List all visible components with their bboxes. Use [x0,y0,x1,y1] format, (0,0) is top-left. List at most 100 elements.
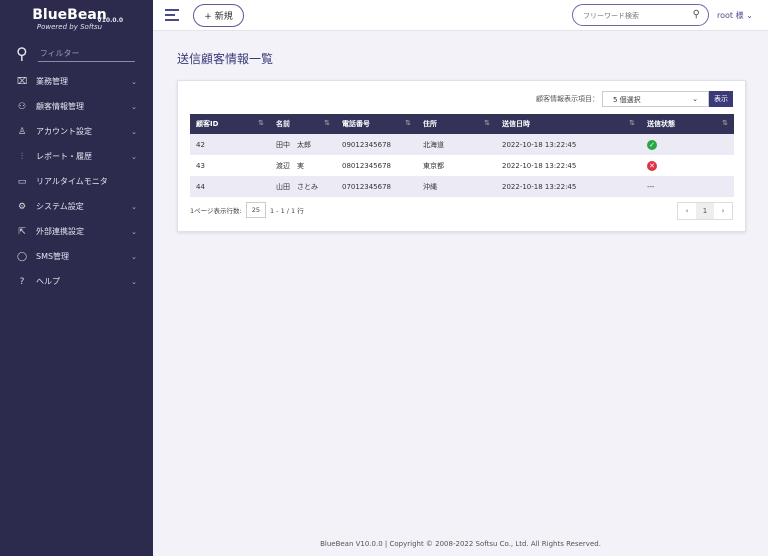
chevron-down-icon: ⌄ [131,227,137,236]
chevron-down-icon: ⌄ [131,252,137,261]
sidebar-item-label: 顧客情報管理 [36,102,84,111]
user-name: root 様 [717,11,744,20]
column-header[interactable]: 顧客ID ⇅ [190,114,270,134]
cell-sent_at: 2022-10-18 13:22:45 [496,134,641,155]
column-label: 電話番号 [342,120,370,128]
rows-per-page-input[interactable]: 25 [245,202,266,218]
filter-input[interactable]: フィルター [37,46,135,62]
footer: BlueBean V10.0.0 | Copyright © 2008-2022… [320,540,601,548]
logo: BlueBean Powered by Softsu V10.0.0 [0,0,153,40]
success-icon: ✓ [647,139,657,150]
header: + 新規 フリーワード検索 ⚲ root 様 ⌄ [153,0,768,31]
sidebar-item[interactable]: ⌧ 業務管理 ⌄ [0,69,153,94]
next-page-button[interactable]: › [714,203,732,219]
customer-table: 顧客ID ⇅ 名前 ⇅ 電話番号 ⇅ 住所 ⇅ 送信日時 ⇅ 送信状態 ⇅ 42 田中 太郎 090123… [190,114,734,197]
show-button[interactable]: 表示 [709,91,733,107]
table-row[interactable]: 42 田中 太郎 09012345678 北海道 2022-10-18 13:22:45… [190,134,734,155]
sidebar-item-label: リアルタイムモニタ [36,177,108,186]
select-value: 5 個選択 [613,96,641,104]
results-card: 顧客情報表示項目： 5 個選択 ⌄ 表示 顧客ID ⇅ 名前 ⇅ 電話番号 ⇅ 住所 ⇅ 送信日時… [177,80,746,232]
cell-id: 44 [190,176,270,197]
user-menu[interactable]: root 様 ⌄ [717,10,753,21]
search-icon[interactable]: ⚲ [693,9,700,20]
chevron-down-icon: ⌄ [131,152,137,161]
chevron-down-icon: ⌄ [131,277,137,286]
cell-status: --- [641,176,734,197]
prev-page-button[interactable]: ‹ [678,203,696,219]
chevron-down-icon: ⌄ [131,102,137,111]
cell-sent_at: 2022-10-18 13:22:45 [496,176,641,197]
search-input[interactable]: フリーワード検索 ⚲ [572,4,709,26]
sort-icon[interactable]: ⇅ [629,119,635,127]
sidebar-item-label: 業務管理 [36,77,68,86]
sidebar-item[interactable]: ♙ アカウント設定 ⌄ [0,119,153,144]
sidebar-item[interactable]: ? ヘルプ ⌄ [0,269,153,294]
column-header[interactable]: 名前 ⇅ [270,114,336,134]
hamburger-menu-icon[interactable] [165,9,179,24]
sort-icon[interactable]: ⇅ [324,119,330,127]
rows-per-page-label: 1ページ表示行数: [190,207,242,215]
column-label: 名前 [276,120,290,128]
version: V10.0.0 [97,17,123,24]
cell-id: 43 [196,161,205,170]
cell-sent_at: 2022-10-18 13:22:45 [502,161,577,170]
help-icon: ? [19,276,25,287]
bar-chart-icon: ⫶ [20,151,24,162]
cell-status: ✕ [641,155,734,176]
table-row[interactable]: 43 渡辺 実 08012345678 東京都 2022-10-18 13:22:45 ✕ [190,155,734,176]
page-title: 送信顧客情報一覧 [177,52,274,66]
sidebar-item[interactable]: ⚇ 顧客情報管理 ⌄ [0,94,153,119]
error-icon: ✕ [647,160,657,171]
sidebar-item[interactable]: ◯ SMS管理 ⌄ [0,244,153,269]
sidebar-item-label: 外部連携設定 [36,227,84,236]
chat-icon: ◯ [16,251,28,262]
sort-icon[interactable]: ⇅ [258,119,264,127]
cell-address: 沖縄 [417,176,496,197]
sort-icon[interactable]: ⇅ [405,119,411,127]
cell-address: 北海道 [417,134,496,155]
chevron-down-icon: ⌄ [746,11,753,20]
column-label: 顧客ID [196,120,219,128]
cell-phone: 08012345678 [342,161,391,170]
cell-name: 田中 太郎 [270,134,336,155]
table-row[interactable]: 44 山田 さとみ 07012345678 沖縄 2022-10-18 13:22:45… [190,176,734,197]
cell-id: 42 [190,134,270,155]
new-button[interactable]: + 新規 [193,4,244,27]
column-label: 住所 [423,120,437,128]
chevron-down-icon: ⌄ [692,95,698,103]
pagination: ‹ 1 › [677,202,733,220]
sort-icon[interactable]: ⇅ [484,119,490,127]
sort-icon[interactable]: ⇅ [722,119,728,127]
search-placeholder: フリーワード検索 [583,12,639,20]
brand-name: BlueBean [32,7,107,23]
chevron-down-icon: ⌄ [131,202,137,211]
sidebar-item[interactable]: ⇱ 外部連携設定 ⌄ [0,219,153,244]
filter: ⚲ フィルター [16,44,135,63]
external-link-icon: ⇱ [18,226,26,237]
column-header[interactable]: 電話番号 ⇅ [336,114,417,134]
status-text: --- [647,182,655,191]
search-icon: ⚲ [16,44,28,63]
column-header[interactable]: 住所 ⇅ [417,114,496,134]
display-columns-select[interactable]: 5 個選択 ⌄ [602,91,709,107]
sidebar-item-label: SMS管理 [36,252,70,261]
sidebar-item[interactable]: ⚙ システム設定 ⌄ [0,194,153,219]
chevron-down-icon: ⌄ [131,127,137,136]
select-label: 顧客情報表示項目： [536,95,599,103]
sidebar-item[interactable]: ▭ リアルタイムモニタ [0,169,153,194]
column-header[interactable]: 送信日時 ⇅ [496,114,641,134]
range-text: 1 - 1 / 1 行 [269,207,304,215]
brand-tagline: Powered by Softsu [36,23,103,31]
users-icon: ⚇ [17,101,27,112]
cell-phone: 09012345678 [336,134,417,155]
column-header[interactable]: 送信状態 ⇅ [641,114,734,134]
page-button[interactable]: 1 [696,203,714,219]
cell-status: ✓ [641,134,734,155]
cell-address: 東京都 [423,161,444,170]
sidebar-item-label: ヘルプ [36,277,60,286]
cell-name: 山田 さとみ [270,176,336,197]
user-icon: ♙ [17,126,27,137]
sidebar-item[interactable]: ⫶ レポート・履歴 ⌄ [0,144,153,169]
briefcase-icon: ⌧ [16,76,28,87]
sidebar: BlueBean Powered by Softsu V10.0.0 ⚲ フィル… [0,0,153,556]
